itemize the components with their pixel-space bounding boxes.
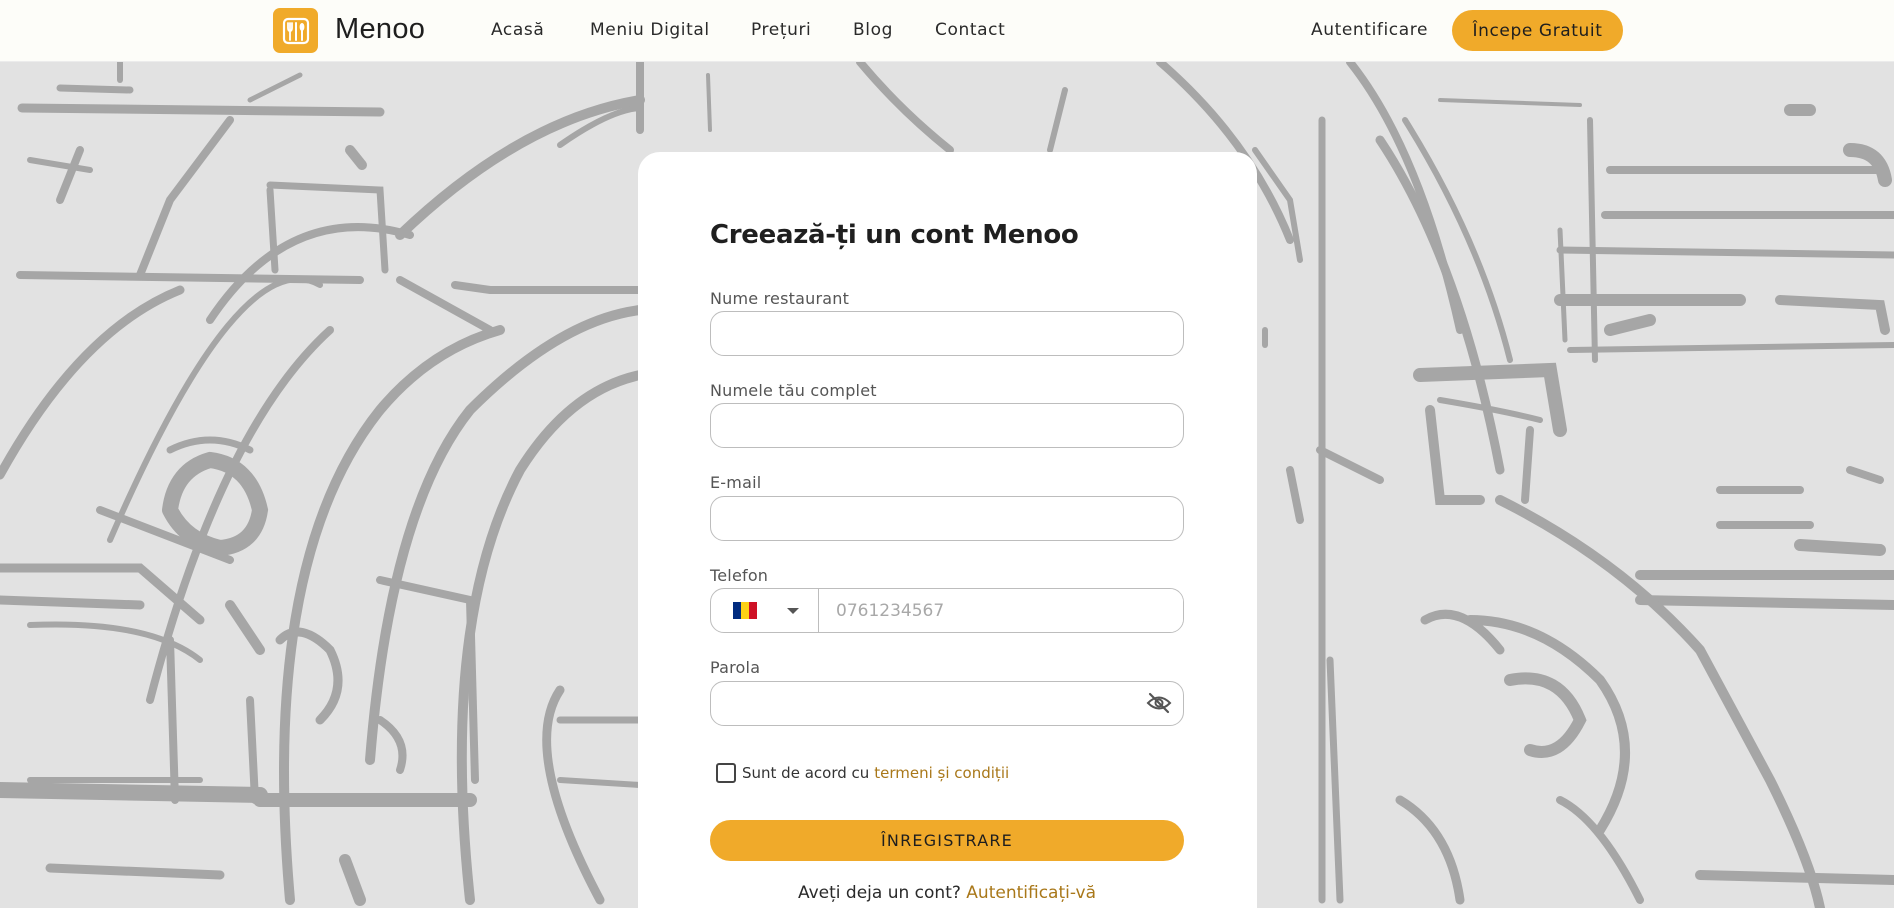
start-free-button[interactable]: Începe Gratuit [1452,10,1623,51]
restaurant-name-input[interactable] [710,311,1184,356]
phone-label: Telefon [710,566,769,585]
brand-name[interactable]: Menoo [335,13,425,46]
password-field [710,681,1184,726]
email-input[interactable] [710,496,1184,541]
nav-link-pricing[interactable]: Prețuri [751,20,811,40]
romania-flag-icon [733,602,757,619]
phone-input[interactable] [819,589,1183,632]
eye-off-icon[interactable] [1146,692,1172,714]
restaurant-name-label: Nume restaurant [710,289,850,308]
terms-checkbox[interactable] [716,763,736,783]
login-link[interactable]: Autentificare [1311,20,1428,40]
password-label: Parola [710,658,761,677]
have-account-text: Aveți deja un cont? [797,883,961,903]
register-button[interactable]: ÎNREGISTRARE [710,820,1184,861]
nav-link-home[interactable]: Acasă [491,20,544,40]
flag-stripe [741,602,749,619]
full-name-label: Numele tău complet [710,381,877,400]
caret-down-icon [787,607,799,614]
terms-agreement: Sunt de acord cu termeni și condiții [716,763,1009,783]
country-selector[interactable] [711,589,819,632]
nav-link-digital-menu[interactable]: Meniu Digital [590,20,710,40]
flag-stripe [733,602,741,619]
flag-stripe [749,602,757,619]
password-input[interactable] [710,681,1184,726]
signin-link[interactable]: Autentificați-vă [966,883,1096,903]
email-label: E-mail [710,473,762,492]
nav-link-blog[interactable]: Blog [853,20,893,40]
utensils-icon[interactable] [273,8,318,53]
page-title: Creează-ți un cont Menoo [710,220,1079,250]
agree-text: Sunt de acord cu [742,764,870,782]
phone-field [710,588,1184,633]
login-prompt: Aveți deja un cont? Autentificați-vă [710,883,1184,903]
terms-link[interactable]: termeni și condiții [874,764,1009,782]
register-card: Creează-ți un cont Menoo Nume restaurant… [638,152,1257,908]
full-name-input[interactable] [710,403,1184,448]
nav-link-contact[interactable]: Contact [935,20,1005,40]
navbar: Menoo Acasă Meniu Digital Prețuri Blog C… [0,0,1894,62]
